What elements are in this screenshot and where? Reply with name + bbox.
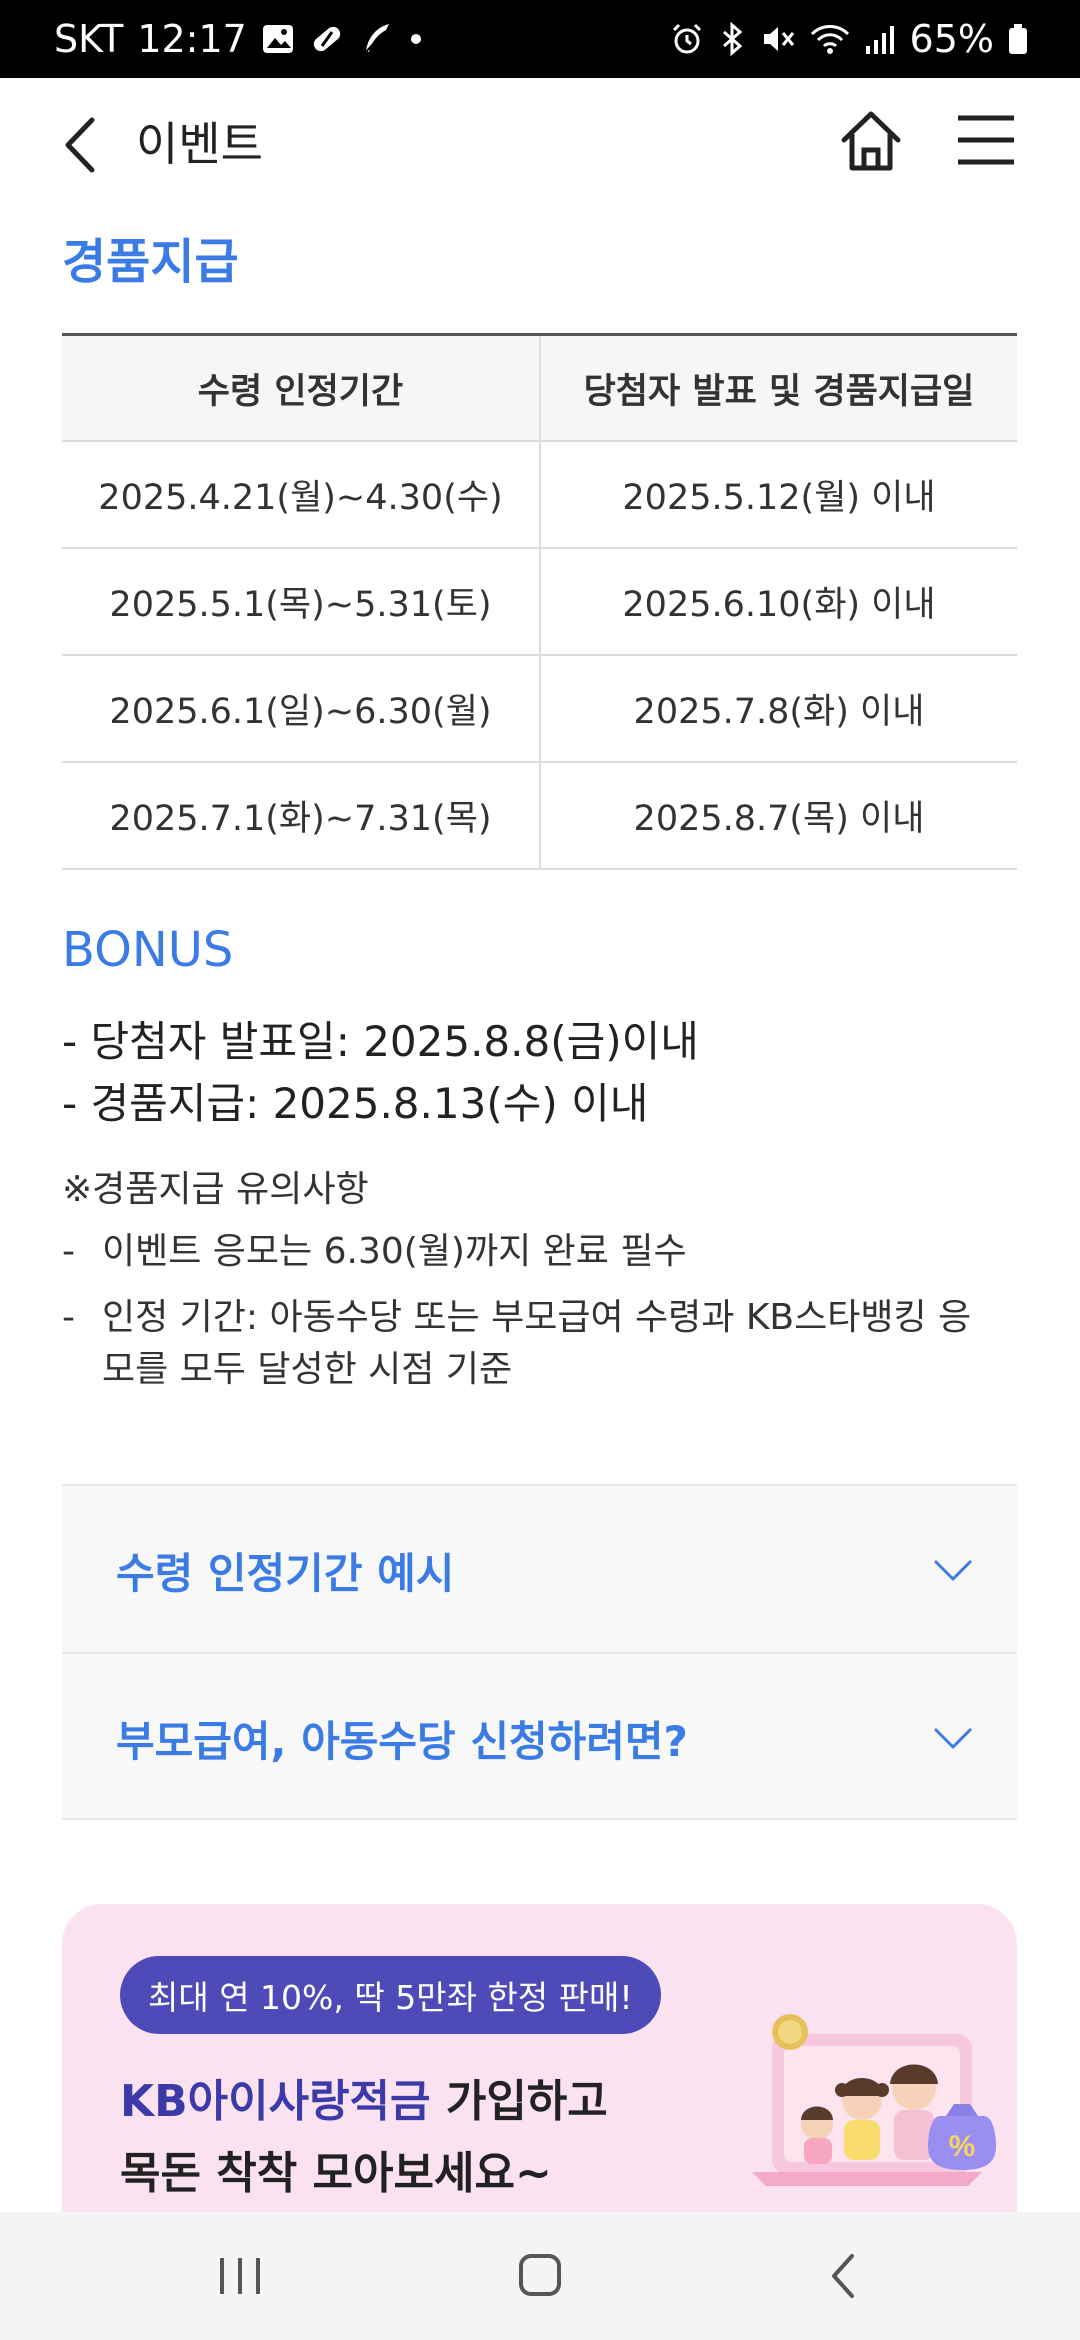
accordion-label: 수령 인정기간 예시 xyxy=(116,1549,455,1598)
prize-section-title: 경품지급 xyxy=(62,234,239,290)
table-row: 2025.7.1(화)~7.31(목) 2025.8.7(목) 이내 xyxy=(62,763,1017,870)
back-nav-button[interactable] xyxy=(814,2252,874,2300)
hamburger-menu-icon xyxy=(958,115,1014,165)
alarm-icon xyxy=(670,22,704,56)
home-nav-button[interactable] xyxy=(510,2252,570,2300)
table-cell: 2025.8.7(목) 이내 xyxy=(539,763,1017,868)
table-cell: 2025.6.1(일)~6.30(월) xyxy=(109,692,492,732)
table-cell: 2025.5.12(월) 이내 xyxy=(539,442,1017,547)
feather-icon xyxy=(359,21,395,57)
accordion-period-example[interactable]: 수령 인정기간 예시 xyxy=(62,1484,1017,1652)
table-cell: 2025.5.1(목)~5.31(토) xyxy=(109,585,492,625)
table-row: 2025.6.1(일)~6.30(월) 2025.7.8(화) 이내 xyxy=(62,656,1017,763)
status-right: 65% xyxy=(670,17,1028,61)
pill-icon xyxy=(309,21,345,57)
battery-icon xyxy=(1008,22,1028,56)
chevron-down-icon xyxy=(934,1560,972,1581)
bonus-prize-line: - 경품지급: 2025.8.13(수) 이내 xyxy=(62,1079,649,1128)
gallery-icon xyxy=(261,22,295,56)
status-left: SKT 12:17 xyxy=(54,17,423,61)
mute-icon xyxy=(760,22,796,56)
svg-text:%: % xyxy=(949,2130,976,2163)
table-header-cell: 당첨자 발표 및 경품지급일 xyxy=(539,336,1017,440)
menu-button[interactable] xyxy=(956,112,1016,168)
home-square-icon xyxy=(519,2254,561,2296)
promo-title-line2: 목돈 착착 모아보세요~ xyxy=(120,2148,552,2199)
recent-apps-icon xyxy=(220,2258,260,2294)
prize-schedule-table: 수령 인정기간 당첨자 발표 및 경품지급일 2025.4.21(월)~4.30… xyxy=(62,333,1017,870)
carrier-label: SKT xyxy=(54,17,124,61)
app-header: 이벤트 xyxy=(0,78,1080,204)
bullet-dash: - xyxy=(62,1297,75,1338)
home-button[interactable] xyxy=(838,108,904,174)
back-button[interactable] xyxy=(58,114,108,176)
accordion-label: 부모급여, 아동수당 신청하려면? xyxy=(116,1717,688,1766)
status-bar: SKT 12:17 65% xyxy=(0,0,1080,78)
promo-title-rest: 가입하고 xyxy=(430,2076,608,2127)
accordion-how-to-apply[interactable]: 부모급여, 아동수당 신청하려면? xyxy=(62,1652,1017,1820)
notice-title: ※경품지급 유의사항 xyxy=(62,1169,369,1210)
bluetooth-icon xyxy=(718,22,746,56)
bonus-title: BONUS xyxy=(62,922,234,978)
table-cell: 2025.6.10(화) 이내 xyxy=(539,549,1017,654)
chevron-down-icon xyxy=(934,1728,972,1749)
promo-title: KB아이사랑적금 가입하고 목돈 착착 모아보세요~ xyxy=(120,2066,608,2210)
promo-brand: KB아이사랑적금 xyxy=(120,2076,431,2127)
wifi-icon xyxy=(810,22,850,56)
notice-item: - 이벤트 응모는 6.30(월)까지 완료 필수 xyxy=(62,1226,1002,1278)
table-row: 2025.5.1(목)~5.31(토) 2025.6.10(화) 이내 xyxy=(62,549,1017,656)
battery-percent: 65% xyxy=(909,17,994,61)
system-navigation-bar xyxy=(0,2212,1080,2340)
notice-item: - 인정 기간: 아동수당 또는 부모급여 수령과 KB스타뱅킹 응모를 모두 … xyxy=(62,1292,1002,1396)
home-icon xyxy=(841,111,901,171)
chevron-left-icon xyxy=(65,117,95,173)
table-cell: 2025.7.1(화)~7.31(목) xyxy=(109,799,492,839)
table-cell: 2025.4.21(월)~4.30(수) xyxy=(98,478,503,518)
table-row: 2025.4.21(월)~4.30(수) 2025.5.12(월) 이내 xyxy=(62,442,1017,549)
promo-banner[interactable]: 최대 연 10%, 딱 5만좌 한정 판매! KB아이사랑적금 가입하고 목돈 … xyxy=(62,1904,1017,2224)
recent-apps-button[interactable] xyxy=(210,2252,270,2300)
bonus-announce-line: - 당첨자 발표일: 2025.8.8(금)이내 xyxy=(62,1017,699,1066)
signal-icon xyxy=(864,22,896,56)
back-chevron-icon xyxy=(832,2254,854,2298)
notice-item-text: 인정 기간: 아동수당 또는 부모급여 수령과 KB스타뱅킹 응모를 모두 달성… xyxy=(102,1297,972,1390)
notice-item-text: 이벤트 응모는 6.30(월)까지 완료 필수 xyxy=(102,1231,687,1272)
bullet-dash: - xyxy=(62,1231,75,1272)
clock-label: 12:17 xyxy=(137,17,247,61)
table-header-cell: 수령 인정기간 xyxy=(197,371,404,412)
page-title: 이벤트 xyxy=(136,117,263,171)
table-header-row: 수령 인정기간 당첨자 발표 및 경품지급일 xyxy=(62,336,1017,442)
promo-pill-badge: 최대 연 10%, 딱 5만좌 한정 판매! xyxy=(120,1956,661,2034)
family-savings-illustration: % xyxy=(752,2014,996,2186)
table-cell: 2025.7.8(화) 이내 xyxy=(539,656,1017,761)
notification-dot-icon xyxy=(409,32,423,46)
